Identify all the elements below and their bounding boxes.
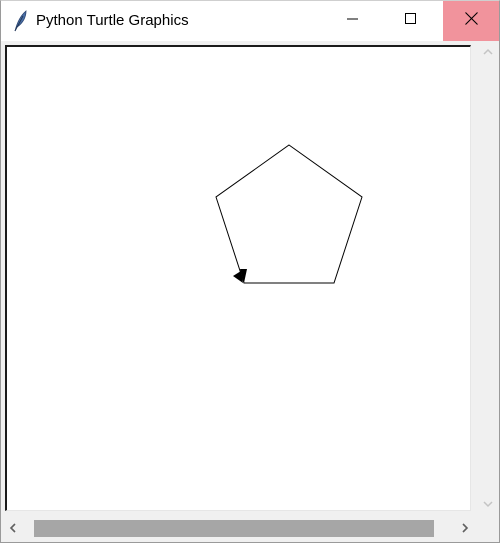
scroll-right-chevron-icon: [461, 520, 469, 538]
window-client-area: [1, 41, 499, 542]
minimize-button[interactable]: [324, 1, 382, 41]
maximize-button[interactable]: [382, 1, 440, 41]
scroll-left-chevron-icon: [9, 520, 17, 538]
scrollbar-corner: [477, 515, 499, 542]
minimize-icon: [347, 12, 359, 30]
title-bar[interactable]: Python Turtle Graphics: [1, 1, 499, 41]
close-button[interactable]: [443, 1, 499, 41]
close-icon: [464, 12, 478, 30]
drawing-surface: [215, 144, 363, 284]
window-title: Python Turtle Graphics: [36, 12, 189, 29]
vertical-scrollbar[interactable]: [477, 41, 499, 515]
scroll-up-chevron-icon: [483, 43, 493, 61]
scroll-right-button[interactable]: [453, 515, 477, 542]
scroll-down-button[interactable]: [477, 493, 499, 515]
horizontal-scrollbar[interactable]: [1, 515, 477, 542]
pentagon-shape: [215, 144, 363, 284]
turtle-canvas[interactable]: [5, 45, 471, 511]
feather-icon: [11, 9, 29, 33]
scroll-left-button[interactable]: [1, 515, 25, 542]
maximize-icon: [405, 12, 417, 30]
scroll-down-chevron-icon: [483, 495, 493, 513]
turtle-window: Python Turtle Graphics: [0, 0, 500, 543]
scroll-up-button[interactable]: [477, 41, 499, 63]
horizontal-scroll-thumb[interactable]: [34, 520, 434, 537]
